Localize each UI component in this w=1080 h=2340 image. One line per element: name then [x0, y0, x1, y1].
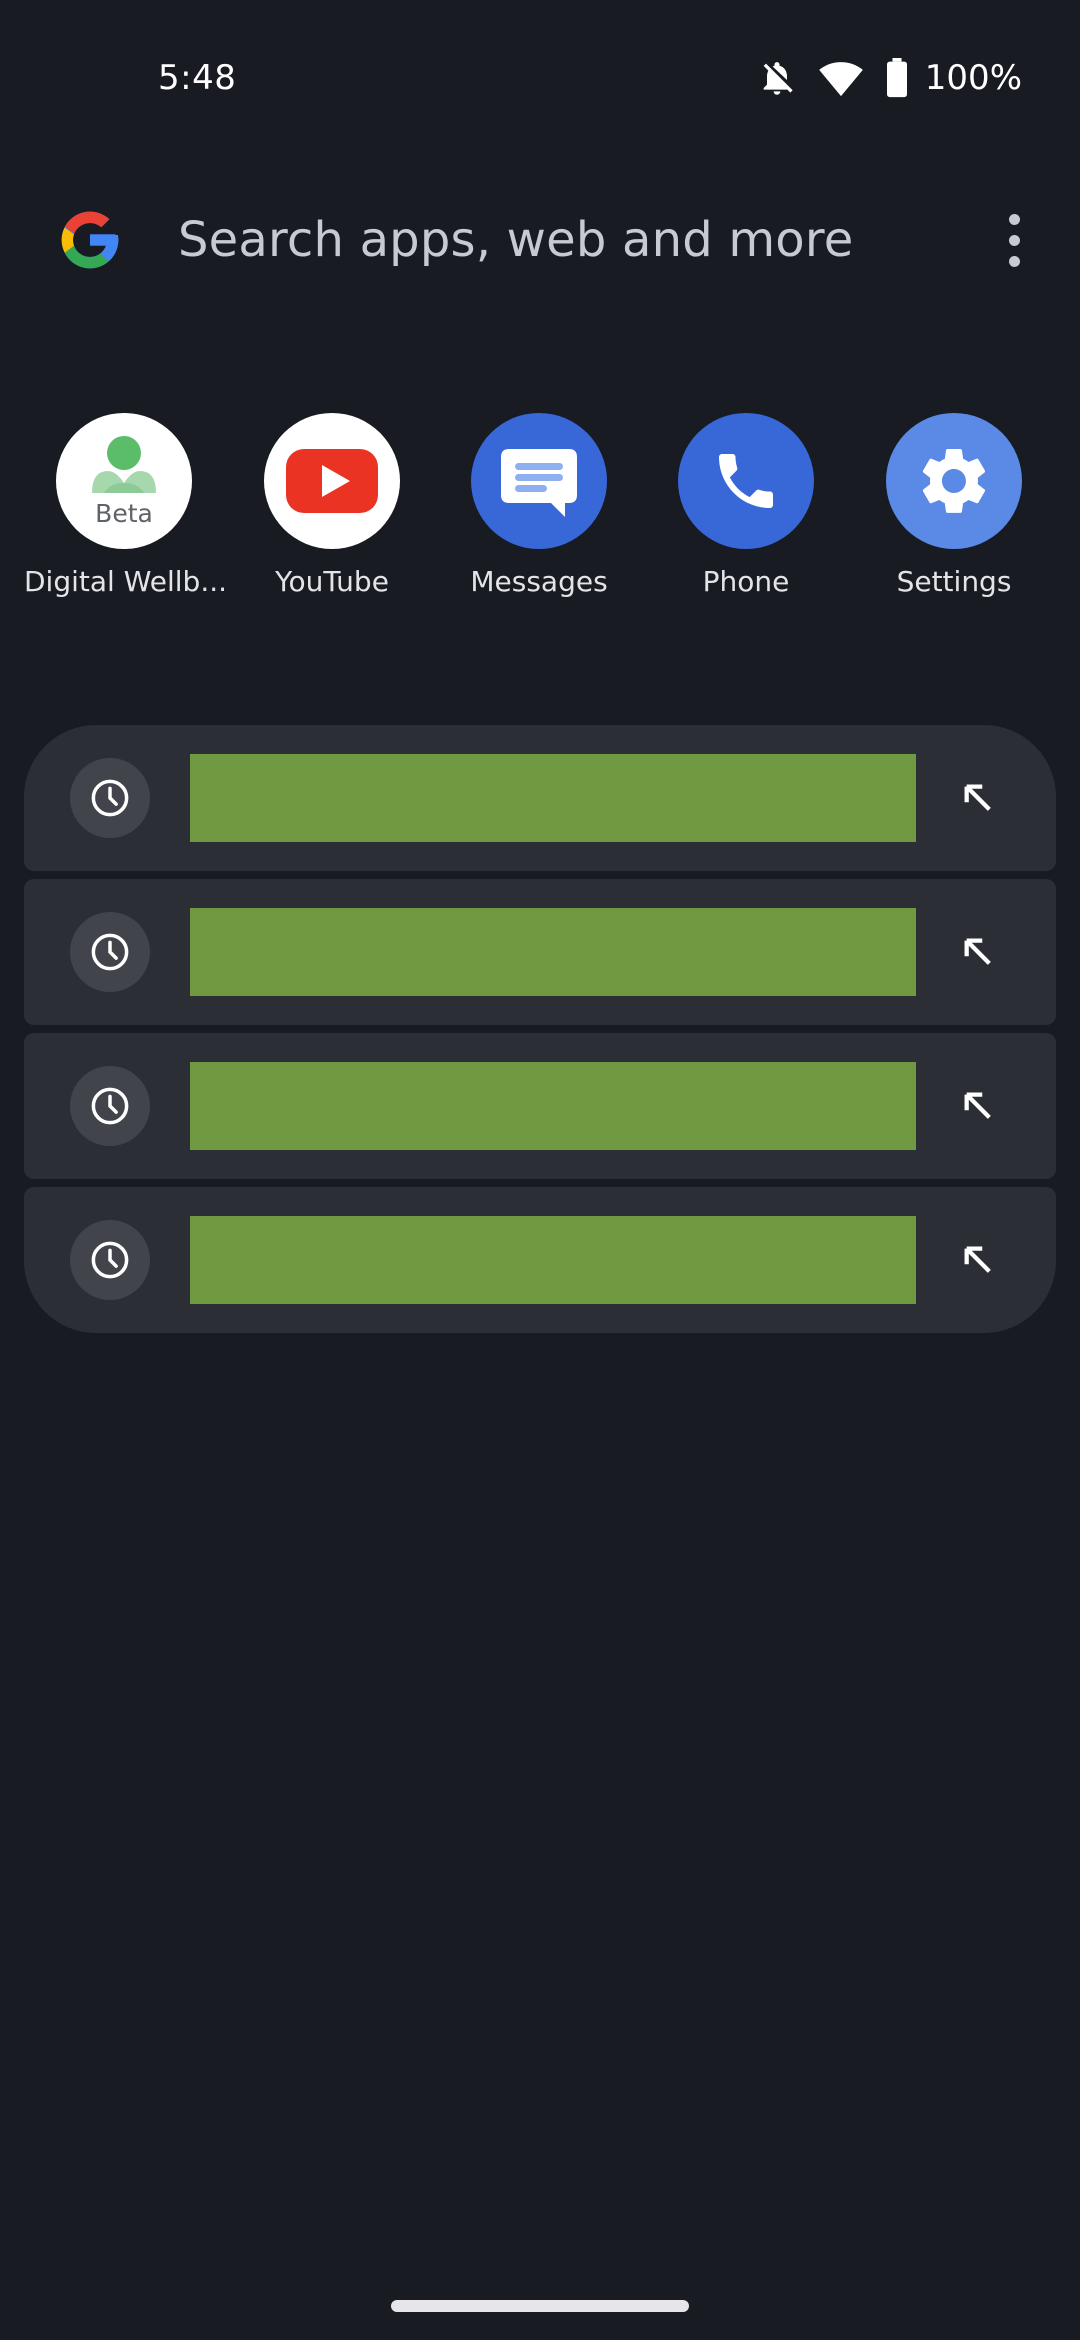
app-label: Messages: [470, 565, 608, 598]
notifications-off-icon: [757, 58, 797, 98]
battery-percent: 100%: [924, 58, 1022, 98]
app-label: YouTube: [275, 565, 389, 598]
battery-icon: [885, 58, 909, 98]
app-phone[interactable]: Phone: [646, 413, 846, 598]
app-messages[interactable]: Messages: [439, 413, 639, 598]
app-settings[interactable]: Settings: [854, 413, 1054, 598]
digital-wellbeing-icon: Beta: [56, 413, 192, 549]
suggestion-row[interactable]: [24, 1033, 1056, 1179]
fill-query-arrow-icon[interactable]: [948, 768, 1008, 828]
history-icon: [70, 1220, 150, 1300]
suggestion-row[interactable]: [24, 879, 1056, 1025]
app-suggestions-row: Beta Digital Wellb... YouTube Messages P…: [0, 413, 1080, 633]
status-icons: 100%: [757, 58, 1022, 98]
status-time: 5:48: [158, 58, 237, 98]
app-youtube[interactable]: YouTube: [232, 413, 432, 598]
fill-query-arrow-icon[interactable]: [948, 1230, 1008, 1290]
app-label: Phone: [702, 565, 790, 598]
redacted-suggestion-text: [190, 754, 916, 842]
youtube-icon: [264, 413, 400, 549]
suggestion-row[interactable]: [24, 725, 1056, 871]
app-label: Digital Wellb...: [24, 565, 228, 598]
history-icon: [70, 758, 150, 838]
search-input[interactable]: Search apps, web and more: [178, 212, 853, 268]
search-bar[interactable]: Search apps, web and more: [0, 190, 1080, 290]
screen: 5:48 100% Search apps, web and more Beta…: [0, 0, 1080, 2340]
more-vert-icon[interactable]: [984, 200, 1044, 280]
app-digital-wellbeing[interactable]: Beta Digital Wellb...: [24, 413, 228, 598]
fill-query-arrow-icon[interactable]: [948, 1076, 1008, 1136]
wifi-icon: [818, 58, 863, 98]
gesture-nav-handle[interactable]: [391, 2300, 689, 2312]
status-bar: 5:48 100%: [0, 0, 1080, 160]
beta-badge: Beta: [95, 499, 153, 528]
search-suggestions-list: [24, 725, 1056, 1341]
google-g-logo: [56, 206, 124, 274]
settings-icon: [886, 413, 1022, 549]
history-icon: [70, 912, 150, 992]
redacted-suggestion-text: [190, 1062, 916, 1150]
phone-icon: [678, 413, 814, 549]
redacted-suggestion-text: [190, 1216, 916, 1304]
suggestion-row[interactable]: [24, 1187, 1056, 1333]
redacted-suggestion-text: [190, 908, 916, 996]
fill-query-arrow-icon[interactable]: [948, 922, 1008, 982]
app-label: Settings: [896, 565, 1012, 598]
history-icon: [70, 1066, 150, 1146]
messages-icon: [471, 413, 607, 549]
